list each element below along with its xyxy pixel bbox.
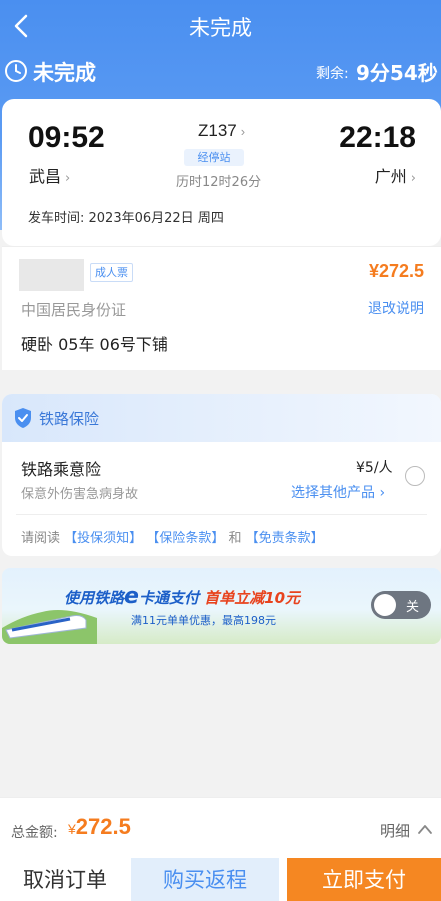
promo-headline-b: 卡通支付 bbox=[138, 589, 199, 607]
chevron-right-icon: › bbox=[65, 171, 71, 186]
seat-info: 硬卧 05车 06号下铺 bbox=[21, 335, 168, 354]
terms-prefix: 请阅读 bbox=[21, 531, 61, 546]
clock-icon bbox=[5, 60, 27, 82]
chevron-right-icon: › bbox=[240, 124, 246, 139]
promo-e-logo: e bbox=[124, 584, 139, 609]
toggle-knob bbox=[374, 594, 396, 616]
insurance-terms: 请阅读 【投保须知】 【保险条款】 和 【免责条款】 bbox=[21, 527, 324, 546]
chevron-up-icon[interactable] bbox=[417, 822, 433, 836]
remaining-time: 9分54秒 bbox=[356, 61, 438, 85]
insurance-header: 铁路保险 bbox=[2, 394, 441, 442]
departure-time: 09:52 bbox=[28, 121, 105, 154]
insurance-product-price: ¥5/人 bbox=[356, 460, 393, 476]
total-amount: ¥272.5 bbox=[68, 814, 131, 840]
departure-date: 发车时间: 2023年06月22日 周四 bbox=[28, 211, 224, 226]
order-status-row: 未完成 剩余: 9分54秒 bbox=[0, 56, 441, 88]
ticket-type-badge: 成人票 bbox=[90, 263, 133, 282]
arrival-time: 22:18 bbox=[339, 121, 416, 154]
id-type: 中国居民身份证 bbox=[21, 301, 127, 319]
order-status-text: 未完成 bbox=[33, 61, 96, 85]
bottom-bar: 总金额: ¥272.5 明细 取消订单 购买返程 立即支付 bbox=[0, 797, 441, 901]
insurance-product-name: 铁路乘意险 bbox=[21, 460, 102, 479]
insurance-product-desc: 保意外伤害急病身故 bbox=[21, 487, 139, 502]
chevron-right-icon: › bbox=[410, 171, 416, 186]
passenger-name-redacted bbox=[19, 259, 84, 291]
total-amount-value: 272.5 bbox=[75, 814, 131, 839]
promo-headline-highlight: 首单立减10元 bbox=[204, 589, 301, 607]
price-detail-button[interactable]: 明细 bbox=[380, 820, 410, 841]
shield-icon bbox=[15, 408, 31, 428]
promo-toggle[interactable]: 关 bbox=[371, 591, 431, 619]
arrival-station-label: 广州 bbox=[374, 167, 407, 186]
total-amount-label: 总金额: bbox=[11, 825, 58, 841]
train-number-label: Z137 bbox=[198, 121, 237, 140]
departure-station[interactable]: 武昌 › bbox=[29, 163, 70, 187]
passenger-card: 成人票 ¥272.5 中国居民身份证 退改说明 硬卧 05车 06号下铺 bbox=[2, 246, 441, 370]
promo-subtext: 满11元单单优惠，最高198元 bbox=[131, 614, 276, 627]
buy-return-button[interactable]: 购买返程 bbox=[131, 858, 279, 901]
promo-banner[interactable]: 使用铁路e卡通支付 首单立减10元 满11元单单优惠，最高198元 关 bbox=[2, 568, 441, 644]
terms-exemption-link[interactable]: 【免责条款】 bbox=[246, 531, 324, 546]
divider bbox=[16, 514, 427, 515]
trip-card: 09:52 22:18 武昌 › 广州 › Z137 › 经停站 历时12时26分 发… bbox=[2, 99, 441, 246]
ticket-price: ¥272.5 bbox=[368, 261, 424, 281]
pay-now-button[interactable]: 立即支付 bbox=[287, 858, 441, 901]
stops-badge[interactable]: 经停站 bbox=[184, 149, 244, 166]
page-title: 未完成 bbox=[189, 16, 252, 40]
trip-duration: 历时12时26分 bbox=[176, 175, 262, 190]
promo-headline: 使用铁路e卡通支付 首单立减10元 bbox=[64, 584, 300, 609]
train-number[interactable]: Z137 › bbox=[198, 121, 245, 141]
refund-policy-link[interactable]: 退改说明 bbox=[368, 298, 424, 318]
cancel-order-button[interactable]: 取消订单 bbox=[0, 858, 130, 901]
terms-and: 和 bbox=[228, 531, 242, 546]
total-currency: ¥ bbox=[68, 821, 76, 837]
insurance-title: 铁路保险 bbox=[39, 410, 100, 428]
terms-notice-link[interactable]: 【投保须知】 bbox=[64, 531, 142, 546]
select-other-insurance-link[interactable]: 选择其他产品 › bbox=[291, 482, 385, 502]
departure-station-label: 武昌 bbox=[29, 167, 62, 186]
remaining-label: 剩余: bbox=[316, 66, 349, 82]
terms-clauses-link[interactable]: 【保险条款】 bbox=[146, 531, 224, 546]
insurance-card: 铁路保险 铁路乘意险 ¥5/人 保意外伤害急病身故 选择其他产品 › 请阅读 【… bbox=[2, 394, 441, 556]
arrival-station[interactable]: 广州 › bbox=[375, 163, 416, 187]
toggle-label: 关 bbox=[406, 600, 420, 615]
promo-headline-a: 使用铁路 bbox=[64, 589, 125, 607]
insurance-select-radio[interactable] bbox=[405, 466, 425, 486]
